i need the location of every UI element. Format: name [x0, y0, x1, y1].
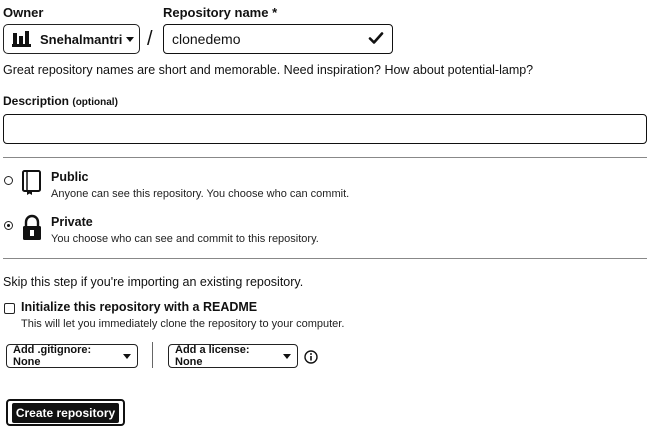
repo-name-value: clonedemo	[172, 31, 241, 47]
dropdown-separator	[152, 342, 153, 368]
private-title: Private	[51, 215, 93, 229]
owner-repo-separator: /	[147, 28, 153, 50]
private-desc: You choose who can see and commit to thi…	[51, 233, 319, 245]
chevron-down-icon	[123, 353, 131, 359]
license-label: Add a license: None	[175, 344, 250, 368]
chevron-down-icon	[126, 36, 135, 42]
gitignore-label: Add .gitignore: None	[13, 344, 92, 368]
owner-select-button[interactable]: Snehalmantri	[3, 24, 140, 54]
lock-icon	[21, 214, 43, 247]
gitignore-dropdown-button[interactable]: Add .gitignore: None	[6, 344, 138, 368]
owner-label: Owner	[3, 5, 44, 20]
description-input[interactable]	[3, 114, 647, 144]
chevron-down-icon	[283, 353, 291, 359]
create-repository-button[interactable]: Create repository	[6, 399, 125, 426]
check-icon	[368, 30, 384, 49]
divider	[3, 258, 647, 259]
owner-value: Snehalmantri	[40, 31, 123, 47]
description-label: Description	[3, 94, 70, 108]
skip-text: Skip this step if you're importing an ex…	[3, 275, 304, 289]
readme-desc: This will let you immediately clone the …	[21, 318, 345, 330]
create-repository-label: Create repository	[11, 402, 120, 423]
repo-name-input[interactable]: clonedemo	[163, 24, 393, 54]
public-radio[interactable]	[4, 176, 13, 185]
readme-title: Initialize this repository with a README	[21, 300, 258, 314]
repo-book-icon	[20, 170, 42, 201]
repo-name-label: Repository name *	[163, 5, 278, 20]
public-title: Public	[51, 170, 89, 184]
readme-checkbox[interactable]	[4, 303, 15, 314]
avatar-icon	[12, 30, 32, 48]
description-label-group: Description (optional)	[3, 94, 118, 108]
divider	[3, 157, 647, 158]
repo-name-hint: Great repository names are short and mem…	[3, 63, 534, 77]
public-desc: Anyone can see this repository. You choo…	[51, 188, 350, 200]
description-optional: (optional)	[72, 97, 118, 108]
info-icon[interactable]	[304, 350, 318, 369]
private-radio[interactable]	[4, 221, 13, 230]
license-dropdown-button[interactable]: Add a license: None	[168, 344, 298, 368]
